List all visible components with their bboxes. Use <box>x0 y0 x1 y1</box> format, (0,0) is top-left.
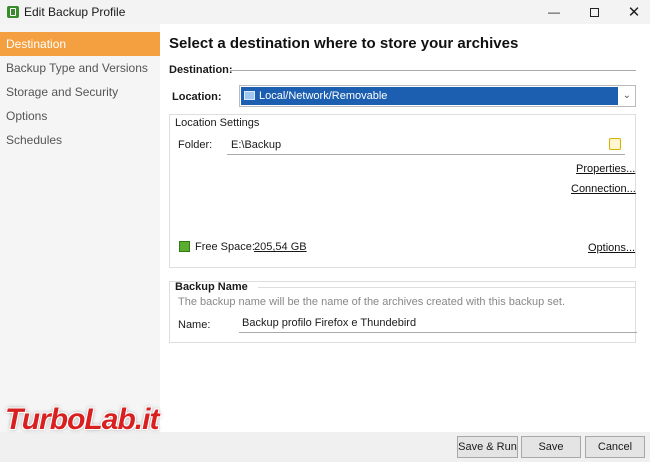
maximize-icon <box>589 7 599 17</box>
chevron-down-icon[interactable]: ⌄ <box>623 90 631 101</box>
close-icon: ✕ <box>627 4 641 21</box>
options-link[interactable]: Options... <box>588 242 635 254</box>
folder-field[interactable]: E:\Backup <box>227 135 625 155</box>
backup-name-title: Backup Name <box>175 281 248 293</box>
save-button[interactable]: Save <box>521 436 581 458</box>
free-space-label: Free Space: <box>195 241 255 253</box>
minimize-icon: — <box>548 5 560 19</box>
backup-name-group: Backup Name The backup name will be the … <box>169 281 637 343</box>
folder-value: E:\Backup <box>231 139 282 151</box>
window-title: Edit Backup Profile <box>24 5 126 19</box>
sidebar-item-options[interactable]: Options <box>0 104 160 128</box>
section-divider <box>230 70 636 71</box>
location-selected-option: Local/Network/Removable <box>241 87 618 105</box>
location-value: Local/Network/Removable <box>259 90 388 102</box>
name-label: Name: <box>178 319 211 331</box>
properties-link[interactable]: Properties... <box>576 163 635 175</box>
sidebar-item-storage-security[interactable]: Storage and Security <box>0 80 160 104</box>
folder-browse-icon[interactable] <box>609 138 621 150</box>
page-title: Select a destination where to store your… <box>169 35 519 52</box>
location-label: Location: <box>172 91 222 103</box>
location-select[interactable]: Local/Network/Removable ⌄ <box>239 85 636 107</box>
location-settings-title: Location Settings <box>175 117 260 129</box>
drive-icon <box>244 91 255 100</box>
cancel-button[interactable]: Cancel <box>585 436 645 458</box>
minimize-button[interactable]: — <box>534 0 574 24</box>
main-panel: Select a destination where to store your… <box>160 24 650 432</box>
sidebar-item-schedules[interactable]: Schedules <box>0 128 160 152</box>
app-icon <box>7 6 19 18</box>
destination-section-label: Destination: <box>169 64 233 76</box>
watermark-logo: TurboLab.it <box>5 403 159 436</box>
connection-link[interactable]: Connection... <box>571 183 636 195</box>
sidebar-item-backup-type[interactable]: Backup Type and Versions <box>0 56 160 80</box>
maximize-button[interactable] <box>574 0 614 24</box>
name-value: Backup profilo Firefox e Thundebird <box>242 317 417 329</box>
sidebar-item-destination[interactable]: Destination <box>0 32 160 56</box>
free-space-indicator <box>179 241 190 252</box>
backup-name-divider <box>258 287 635 288</box>
name-field[interactable]: Backup profilo Firefox e Thundebird <box>239 314 637 333</box>
folder-label: Folder: <box>178 139 213 151</box>
free-space-value[interactable]: 205,54 GB <box>254 241 307 253</box>
save-and-run-button[interactable]: Save & Run <box>457 436 518 458</box>
location-settings-group: Location Settings Folder: E:\Backup Prop… <box>169 114 636 268</box>
close-button[interactable]: ✕ <box>614 0 650 24</box>
backup-name-description: The backup name will be the name of the … <box>178 296 566 308</box>
title-bar: Edit Backup Profile — ✕ <box>0 0 650 24</box>
sidebar: Destination Backup Type and Versions Sto… <box>0 24 160 432</box>
